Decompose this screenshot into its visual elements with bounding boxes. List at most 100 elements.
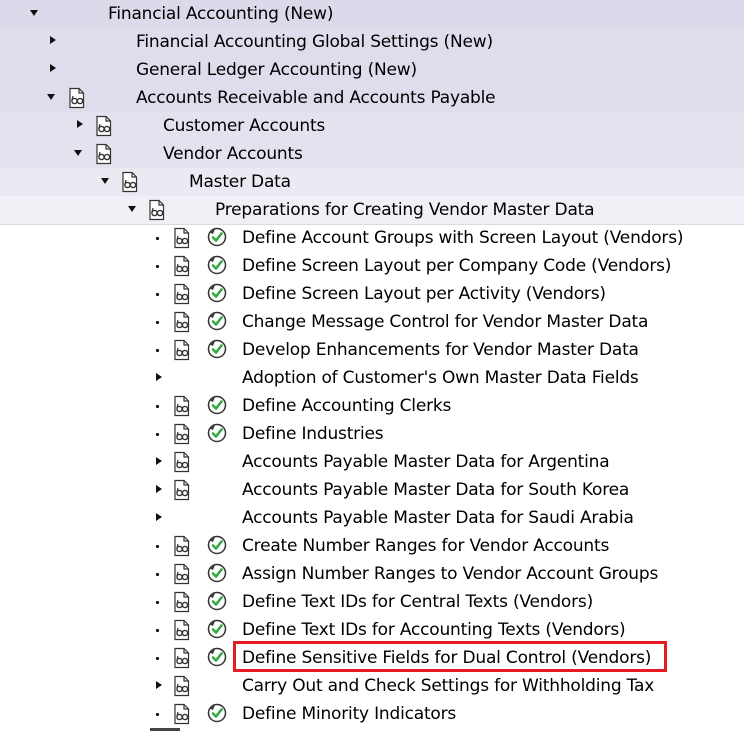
documentation-icon[interactable] — [171, 395, 193, 417]
documentation-icon[interactable] — [119, 171, 141, 193]
collapse-arrow-icon[interactable] — [156, 485, 162, 493]
activity-label: Assign Number Ranges to Vendor Account G… — [242, 564, 659, 584]
activity-row[interactable]: Define Industries — [0, 420, 744, 448]
leaf-bullet-icon — [156, 629, 159, 632]
tree-node-gl-accounting[interactable]: General Ledger Accounting (New) — [0, 56, 744, 85]
activity-label: Accounts Payable Master Data for Argenti… — [242, 452, 610, 472]
activity-row[interactable]: Define Screen Layout per Activity (Vendo… — [0, 280, 744, 308]
collapse-arrow-icon[interactable] — [156, 513, 162, 521]
activity-label: Accounts Payable Master Data for South K… — [242, 480, 630, 500]
execute-activity-icon[interactable] — [206, 534, 228, 556]
documentation-icon[interactable] — [171, 283, 193, 305]
collapse-arrow-icon[interactable] — [156, 681, 162, 689]
leaf-bullet-icon — [156, 433, 159, 436]
expand-arrow-icon[interactable] — [47, 94, 55, 100]
collapse-arrow-icon[interactable] — [156, 457, 162, 465]
execute-activity-icon[interactable] — [206, 562, 228, 584]
activity-label: Develop Enhancements for Vendor Master D… — [242, 340, 639, 360]
activity-row[interactable]: Define Screen Layout per Company Code (V… — [0, 252, 744, 280]
documentation-icon[interactable] — [171, 451, 193, 473]
documentation-icon[interactable] — [171, 255, 193, 277]
documentation-icon[interactable] — [171, 423, 193, 445]
execute-activity-icon[interactable] — [206, 590, 228, 612]
documentation-icon[interactable] — [171, 647, 193, 669]
documentation-icon[interactable] — [93, 143, 115, 165]
activity-node-row[interactable]: Accounts Payable Master Data for Argenti… — [0, 448, 744, 476]
activity-node-row[interactable]: Accounts Payable Master Data for Saudi A… — [0, 504, 744, 532]
expand-arrow-icon[interactable] — [74, 150, 82, 156]
activity-label: Define Accounting Clerks — [242, 396, 452, 416]
activity-row[interactable]: Change Message Control for Vendor Master… — [0, 308, 744, 336]
leaf-bullet-icon — [156, 237, 159, 240]
documentation-icon[interactable] — [93, 115, 115, 137]
execute-activity-icon[interactable] — [206, 254, 228, 276]
tree-node-preparations-vendor-master[interactable]: Preparations for Creating Vendor Master … — [0, 196, 744, 225]
documentation-icon[interactable] — [171, 479, 193, 501]
activity-label: Define Industries — [242, 424, 384, 444]
execute-activity-icon[interactable] — [206, 282, 228, 304]
execute-activity-icon[interactable] — [206, 226, 228, 248]
leaf-bullet-icon — [156, 265, 159, 268]
tree-node-customer-accounts[interactable]: Customer Accounts — [0, 112, 744, 141]
leaf-bullet-icon — [156, 713, 159, 716]
expand-arrow-icon[interactable] — [128, 206, 136, 212]
tree-node-ar-ap[interactable]: Accounts Receivable and Accounts Payable — [0, 84, 744, 113]
activity-row[interactable]: Define Text IDs for Central Texts (Vendo… — [0, 588, 744, 616]
activity-label: Carry Out and Check Settings for Withhol… — [242, 676, 655, 696]
activity-label: Define Minority Indicators — [242, 704, 457, 724]
execute-activity-icon[interactable] — [206, 338, 228, 360]
documentation-icon[interactable] — [171, 311, 193, 333]
activity-row[interactable]: Define Text IDs for Accounting Texts (Ve… — [0, 616, 744, 644]
activity-label: Accounts Payable Master Data for Saudi A… — [242, 508, 634, 528]
documentation-icon[interactable] — [171, 591, 193, 613]
expand-arrow-icon[interactable] — [30, 10, 38, 16]
collapse-arrow-icon[interactable] — [77, 120, 83, 128]
documentation-icon[interactable] — [171, 227, 193, 249]
documentation-icon[interactable] — [146, 199, 168, 221]
documentation-icon[interactable] — [171, 619, 193, 641]
collapse-arrow-icon[interactable] — [156, 373, 162, 381]
tree-node-financial-accounting[interactable]: Financial Accounting (New) — [0, 0, 744, 29]
leaf-bullet-icon — [156, 573, 159, 576]
activity-label: Define Screen Layout per Company Code (V… — [242, 256, 672, 276]
activity-label: Adoption of Customer's Own Master Data F… — [242, 368, 639, 388]
collapse-arrow-icon[interactable] — [50, 64, 56, 72]
tree-node-label: Vendor Accounts — [163, 144, 303, 164]
documentation-icon[interactable] — [171, 535, 193, 557]
activity-node-row[interactable]: Accounts Payable Master Data for South K… — [0, 476, 744, 504]
tree-node-vendor-accounts[interactable]: Vendor Accounts — [0, 140, 744, 169]
activity-row[interactable]: Create Number Ranges for Vendor Accounts — [0, 532, 744, 560]
execute-activity-icon[interactable] — [206, 422, 228, 444]
tree-node-label: Preparations for Creating Vendor Master … — [215, 200, 595, 220]
activity-node-row[interactable]: Carry Out and Check Settings for Withhol… — [0, 672, 744, 700]
execute-activity-icon[interactable] — [206, 310, 228, 332]
documentation-icon[interactable] — [171, 703, 193, 725]
documentation-icon[interactable] — [171, 675, 193, 697]
highlight-box — [233, 641, 667, 672]
activity-row[interactable]: Define Account Groups with Screen Layout… — [0, 224, 744, 252]
leaf-bullet-icon — [156, 321, 159, 324]
activity-label: Define Text IDs for Accounting Texts (Ve… — [242, 620, 626, 640]
activity-label: Define Screen Layout per Activity (Vendo… — [242, 284, 606, 304]
expand-arrow-icon[interactable] — [101, 178, 109, 184]
execute-activity-icon[interactable] — [206, 646, 228, 668]
activity-row[interactable]: Assign Number Ranges to Vendor Account G… — [0, 560, 744, 588]
documentation-icon[interactable] — [171, 339, 193, 361]
tree-node-label: Financial Accounting (New) — [108, 4, 334, 24]
leaf-bullet-icon — [156, 601, 159, 604]
collapse-arrow-icon[interactable] — [50, 36, 56, 44]
activity-row[interactable]: Define Accounting Clerks — [0, 392, 744, 420]
documentation-icon[interactable] — [171, 563, 193, 585]
documentation-icon[interactable] — [66, 87, 88, 109]
execute-activity-icon[interactable] — [206, 618, 228, 640]
tree-node-master-data[interactable]: Master Data — [0, 168, 744, 197]
activity-row[interactable]: Define Minority Indicators — [0, 700, 744, 728]
execute-activity-icon[interactable] — [206, 702, 228, 724]
activity-row[interactable]: Develop Enhancements for Vendor Master D… — [0, 336, 744, 364]
tree-node-label: Financial Accounting Global Settings (Ne… — [136, 32, 493, 52]
execute-activity-icon[interactable] — [206, 394, 228, 416]
tree-node-fi-global-settings[interactable]: Financial Accounting Global Settings (Ne… — [0, 28, 744, 57]
activity-node-row[interactable]: Adoption of Customer's Own Master Data F… — [0, 364, 744, 392]
activity-label: Change Message Control for Vendor Master… — [242, 312, 649, 332]
leaf-bullet-icon — [156, 657, 159, 660]
